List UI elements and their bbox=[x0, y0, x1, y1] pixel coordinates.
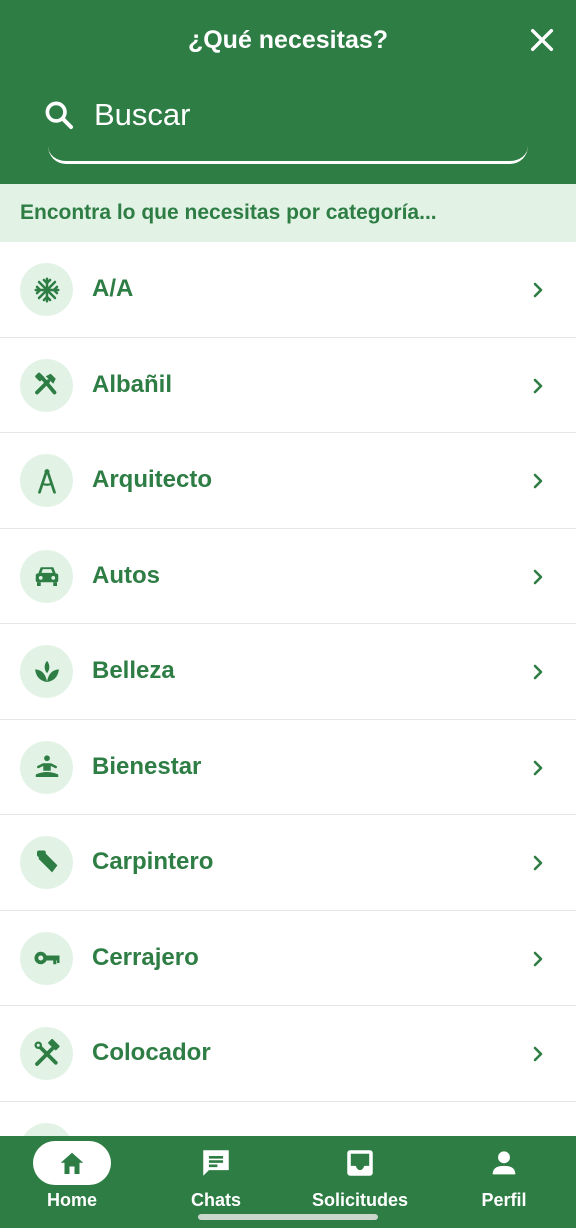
page-title: ¿Qué necesitas? bbox=[187, 26, 389, 54]
category-banner: Encontra lo que necesitas por categoría.… bbox=[0, 184, 576, 242]
nav-label: Solicitudes bbox=[311, 1190, 409, 1210]
nav-label: Perfil bbox=[481, 1190, 527, 1210]
category-item-albanil[interactable]: Albañil bbox=[0, 338, 576, 433]
category-label: A/A bbox=[92, 275, 134, 302]
category-label: Cerrajero bbox=[92, 943, 199, 971]
category-item-aa[interactable]: A/A bbox=[0, 242, 576, 338]
inbox-icon bbox=[347, 1150, 373, 1176]
nav-item-perfil[interactable]: Perfil bbox=[432, 1136, 576, 1228]
category-banner-text: Encontra lo que necesitas por categoría.… bbox=[20, 201, 437, 224]
chevron-right-icon bbox=[533, 1046, 543, 1062]
category-item-carpintero[interactable]: Carpintero bbox=[0, 815, 576, 911]
nav-item-home[interactable]: Home bbox=[0, 1136, 144, 1228]
nav-label: Chats bbox=[190, 1190, 241, 1210]
nav-label: Home bbox=[46, 1190, 97, 1210]
category-icon-badge bbox=[20, 645, 73, 698]
category-icon-badge bbox=[20, 358, 73, 412]
chevron-right-icon bbox=[533, 378, 543, 393]
category-label: Carpintero bbox=[92, 848, 214, 875]
category-item-bienestar[interactable]: Bienestar bbox=[0, 720, 576, 815]
close-icon[interactable] bbox=[526, 24, 558, 56]
search-bar[interactable] bbox=[45, 84, 528, 164]
top-app-bar: ¿Qué necesitas? bbox=[0, 0, 576, 184]
category-item-partial[interactable] bbox=[0, 1102, 576, 1136]
category-label: Colocador bbox=[92, 1039, 211, 1066]
category-icon-badge bbox=[20, 931, 73, 985]
category-label: Albañil bbox=[92, 370, 173, 398]
saw-icon bbox=[36, 850, 57, 872]
category-item-autos[interactable]: Autos bbox=[0, 529, 576, 624]
category-icon-badge bbox=[20, 549, 73, 603]
category-item-belleza[interactable]: Belleza bbox=[0, 624, 576, 720]
chat-icon bbox=[203, 1150, 229, 1176]
spa-icon bbox=[34, 660, 59, 682]
search-icon bbox=[45, 101, 74, 130]
meditation-icon bbox=[35, 755, 58, 777]
category-list: A/A Albañil Arquitecto Autos Belleza Bie… bbox=[0, 242, 576, 1136]
chevron-right-icon bbox=[533, 473, 543, 489]
category-label: Arquitecto bbox=[92, 466, 212, 493]
category-item-arquitecto[interactable]: Arquitecto bbox=[0, 433, 576, 529]
category-label: Autos bbox=[92, 561, 160, 589]
chevron-right-icon bbox=[533, 664, 543, 680]
category-item-colocador[interactable]: Colocador bbox=[0, 1006, 576, 1102]
category-item-cerrajero[interactable]: Cerrajero bbox=[0, 911, 576, 1006]
person-icon bbox=[492, 1151, 516, 1175]
category-icon-badge bbox=[20, 836, 73, 889]
hammer-wrench-icon bbox=[34, 1038, 60, 1066]
category-icon-badge bbox=[20, 263, 73, 316]
key-icon bbox=[34, 951, 59, 965]
compass-icon bbox=[37, 468, 56, 494]
category-label: Belleza bbox=[92, 657, 175, 684]
car-icon bbox=[35, 567, 58, 586]
category-icon-badge bbox=[20, 1027, 73, 1080]
category-icon-badge bbox=[20, 454, 73, 507]
snowflake-icon bbox=[34, 277, 59, 302]
chevron-right-icon bbox=[533, 282, 543, 298]
chevron-right-icon bbox=[533, 855, 543, 871]
category-label: Bienestar bbox=[92, 752, 202, 780]
category-icon-badge bbox=[20, 740, 73, 794]
chevron-right-icon bbox=[533, 760, 543, 775]
category-icon-badge bbox=[20, 1122, 73, 1136]
chevron-right-icon bbox=[533, 569, 543, 584]
search-input[interactable] bbox=[94, 94, 514, 136]
chevron-right-icon bbox=[533, 951, 543, 966]
gesture-bar bbox=[198, 1214, 378, 1220]
tools-icon bbox=[34, 372, 56, 395]
home-icon bbox=[60, 1152, 84, 1174]
